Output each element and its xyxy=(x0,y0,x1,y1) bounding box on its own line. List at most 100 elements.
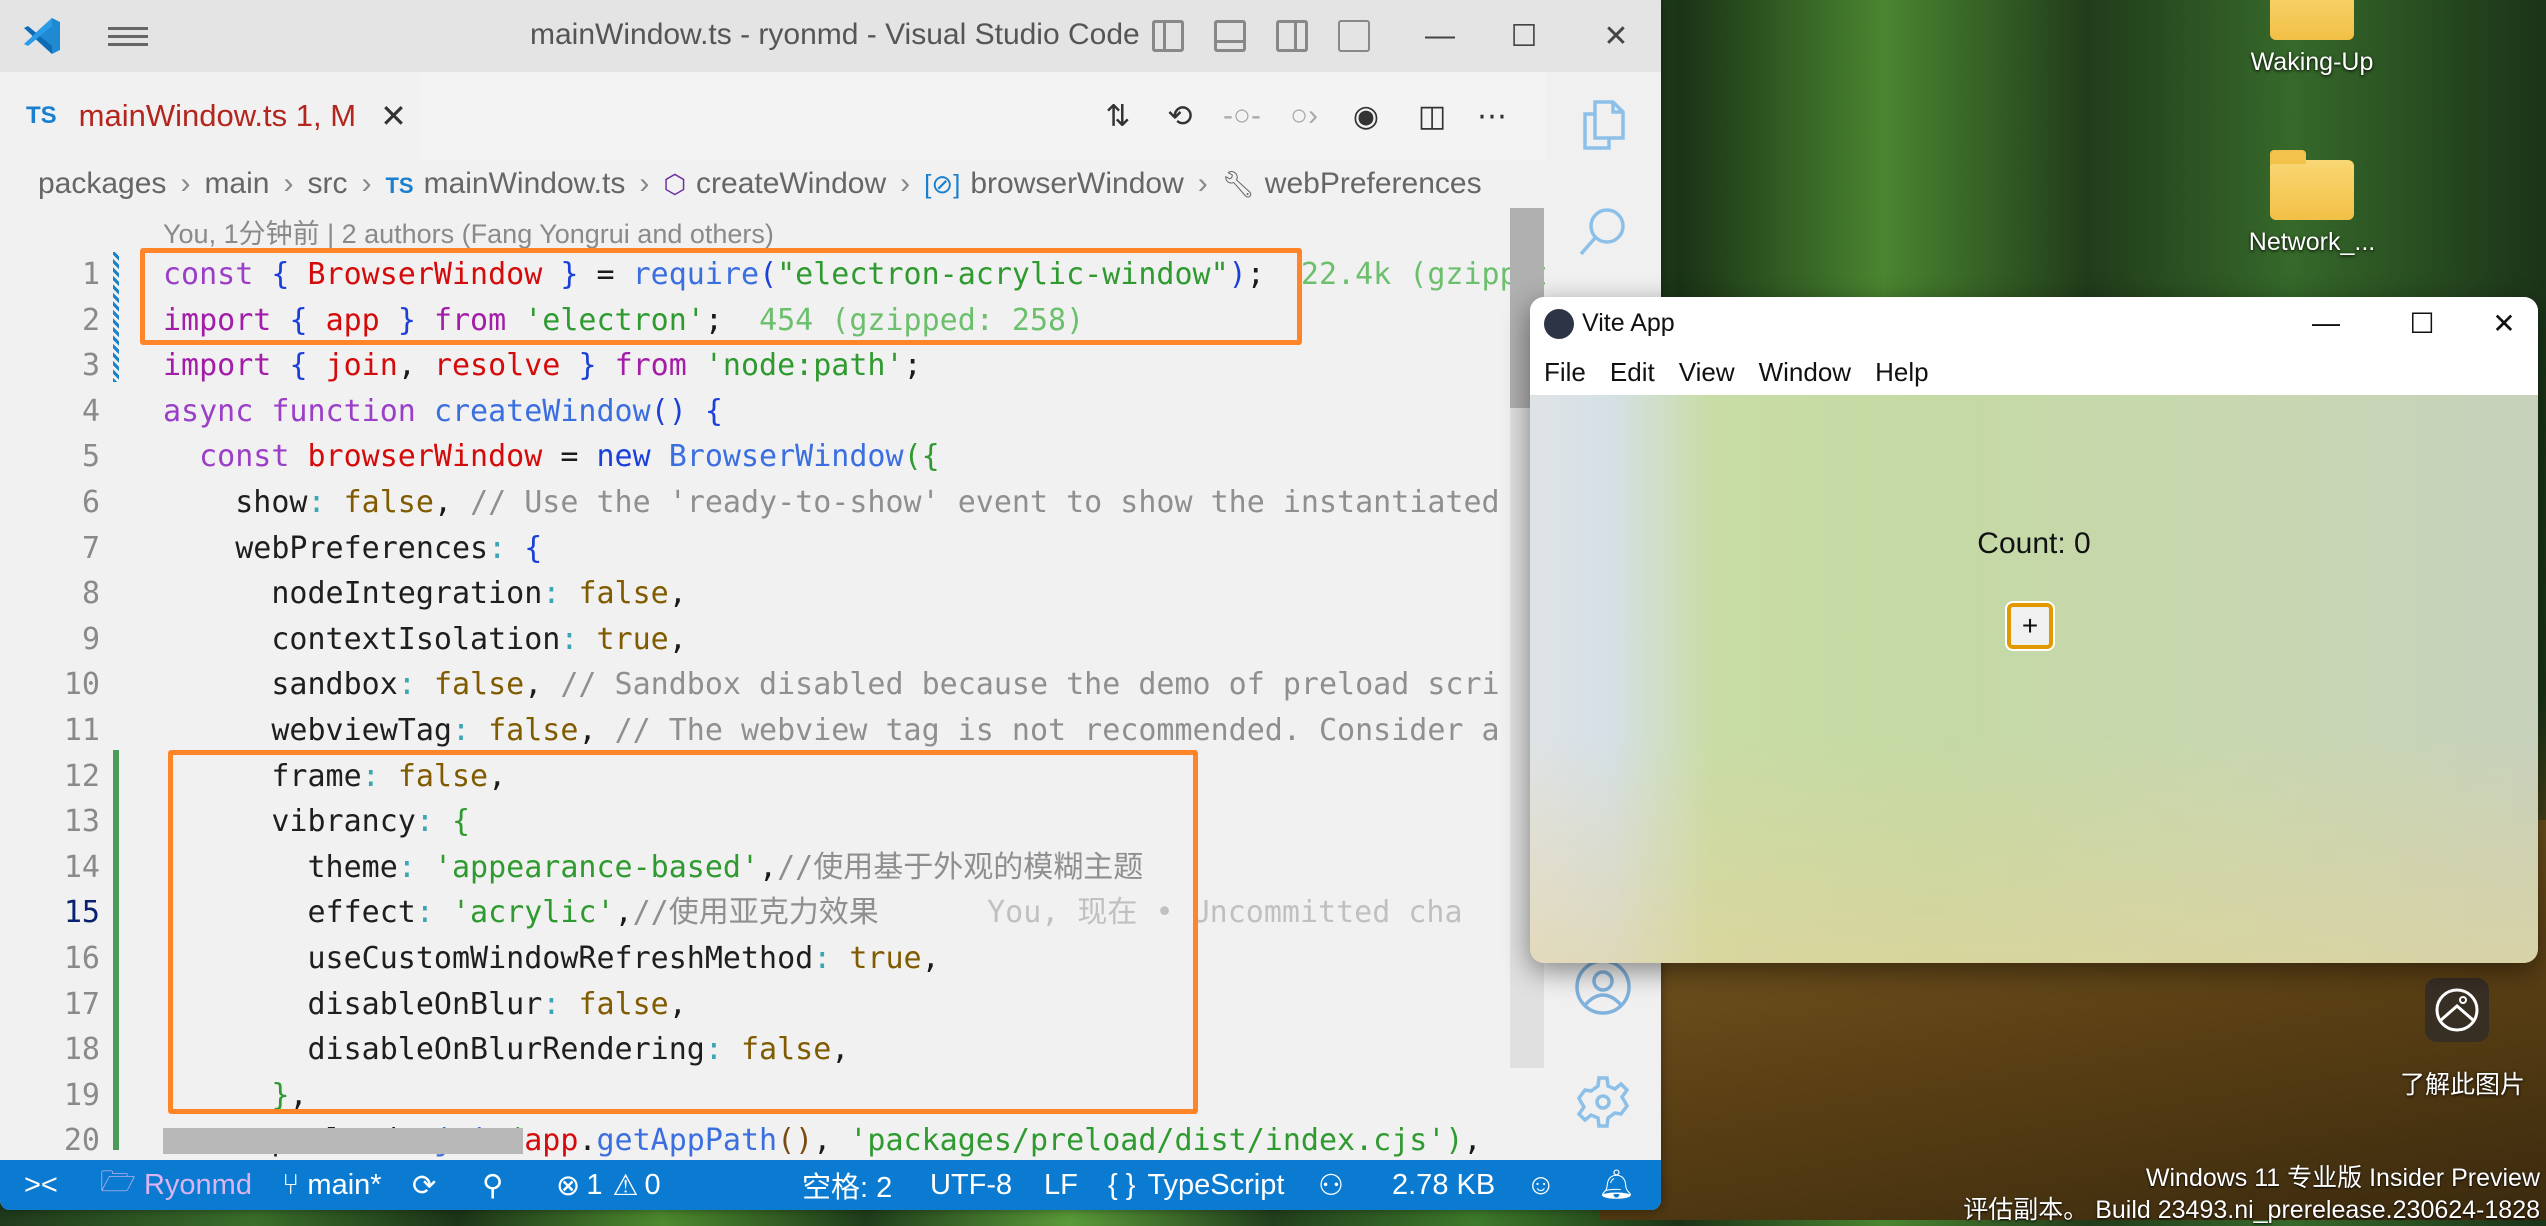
breadcrumb-file[interactable]: TS mainWindow.ts xyxy=(385,167,625,201)
menu-help[interactable]: Help xyxy=(1875,357,1928,388)
split-editor-icon[interactable]: ◫ xyxy=(1410,94,1454,138)
breadcrumb-main[interactable]: main xyxy=(204,167,269,201)
breadcrumb-src[interactable]: src xyxy=(307,167,347,201)
horizontal-scrollbar-thumb[interactable] xyxy=(163,1128,523,1154)
learn-about-picture-label: 了解此图片 xyxy=(2400,1071,2526,1099)
highlight-box-vibrancy xyxy=(168,750,1198,1114)
explorer-icon[interactable] xyxy=(1573,94,1633,154)
application-menu-button[interactable] xyxy=(108,22,148,50)
status-language[interactable]: { } TypeScript xyxy=(1108,1160,1284,1210)
menu-edit[interactable]: Edit xyxy=(1610,357,1655,388)
sync-icon[interactable]: ⟳ xyxy=(412,1160,436,1210)
vite-minimize-button[interactable]: — xyxy=(2296,303,2356,343)
notifications-bell-icon[interactable]: 🔔︎ xyxy=(1598,1160,1635,1210)
status-indentation[interactable]: 空格: 2 xyxy=(802,1160,892,1210)
customize-layout-icon[interactable] xyxy=(1338,20,1370,52)
code-line: 10 sandbox: false, // Sandbox disabled b… xyxy=(63,667,1500,703)
toggle-primary-sidebar-icon[interactable] xyxy=(1152,20,1184,52)
code-line: 8 nodeIntegration: false, xyxy=(81,576,687,612)
warning-icon: ⚠ xyxy=(612,1169,639,1202)
wrench-icon: 🔧︎ xyxy=(1221,169,1255,199)
status-eol[interactable]: LF xyxy=(1044,1160,1078,1210)
count-label: Count: 0 xyxy=(1977,527,2091,560)
open-changes-icon[interactable]: ⇅ xyxy=(1096,94,1140,138)
vite-window-title: Vite App xyxy=(1582,309,1675,337)
tab-bar: TS mainWindow.ts 1, M ✕ ⇅ ⟲ -○- ○› ◉ ◫ ⋯ xyxy=(0,72,1661,160)
git-branch-icon: ⑂ xyxy=(282,1168,300,1201)
vite-close-button[interactable]: ✕ xyxy=(2474,303,2534,343)
code-line: 3 import { join, resolve } from 'node:pat… xyxy=(81,348,922,384)
search-icon[interactable] xyxy=(1573,202,1633,262)
highlight-box-imports xyxy=(140,248,1302,345)
maximize-button[interactable]: ☐ xyxy=(1494,14,1554,58)
copilot-icon[interactable]: ⚇ xyxy=(1318,1160,1344,1210)
status-encoding[interactable]: UTF-8 xyxy=(930,1160,1012,1210)
timeline-dot-icon[interactable]: -○- xyxy=(1220,94,1264,138)
vscode-window: mainWindow.ts - ryonmd - Visual Studio C… xyxy=(0,0,1661,1210)
tab-mainwindow-ts[interactable]: TS mainWindow.ts 1, M ✕ xyxy=(0,72,420,160)
code-line: 5 const browserWindow = new BrowserWindo… xyxy=(81,439,940,475)
code-line: 9 contextIsolation: true, xyxy=(81,621,687,657)
code-editor[interactable]: 1 const { BrowserWindow } = require("elec… xyxy=(0,248,1554,1158)
status-bar: >< 🗁︎ Ryonmd ⑂ main* ⟳ ⚲ ⊗ 1 ⚠ 0 空格: 2 UTF-8 … xyxy=(0,1160,1661,1210)
feedback-icon[interactable]: ☺ xyxy=(1526,1160,1556,1210)
settings-gear-icon[interactable] xyxy=(1573,1072,1633,1132)
go-forward-icon[interactable]: ○› xyxy=(1282,94,1326,138)
toggle-panel-icon[interactable] xyxy=(1214,20,1246,52)
accounts-icon[interactable] xyxy=(1573,957,1633,1017)
error-icon: ⊗ xyxy=(556,1169,581,1202)
breadcrumb-packages[interactable]: packages xyxy=(38,167,166,201)
typescript-file-icon: TS xyxy=(385,173,414,198)
menu-window[interactable]: Window xyxy=(1759,357,1851,388)
folder-icon xyxy=(2270,150,2354,220)
folder-icon xyxy=(2270,0,2354,40)
increment-button[interactable]: + xyxy=(2007,603,2053,649)
git-graph-icon[interactable]: ◉ xyxy=(1344,94,1388,138)
git-compare-icon[interactable]: ⚲ xyxy=(482,1160,503,1210)
electron-logo-icon xyxy=(1544,309,1574,339)
code-line: 4 async function createWindow() { xyxy=(81,393,723,429)
windows-watermark-line1: Windows 11 专业版 Insider Preview xyxy=(2145,1164,2540,1192)
codelens-authors[interactable]: You, 1分钟前 | 2 authors (Fang Yongrui and … xyxy=(163,212,774,251)
typescript-file-icon: TS xyxy=(26,102,57,129)
vite-content: Count: 0 + xyxy=(1530,395,2538,963)
minimize-button[interactable]: — xyxy=(1410,14,1470,58)
breadcrumb: packages › main › src › TS mainWindow.ts › ⬡ c… xyxy=(38,167,1482,201)
learn-about-picture-button[interactable] xyxy=(2425,978,2489,1042)
go-back-icon[interactable]: ⟲ xyxy=(1158,94,1202,138)
status-file-size[interactable]: 2.78 KB xyxy=(1392,1160,1495,1210)
status-folder[interactable]: 🗁︎ Ryonmd xyxy=(100,1160,252,1210)
tab-close-icon[interactable]: ✕ xyxy=(380,97,407,135)
status-branch[interactable]: ⑂ main* xyxy=(282,1160,382,1210)
more-actions-icon[interactable]: ⋯ xyxy=(1470,94,1514,138)
windows-watermark-line2: 评估副本。 Build 23493.ni_prerelease.230624-1… xyxy=(1963,1196,2540,1224)
code-line: 7 webPreferences: { xyxy=(81,530,543,566)
desktop-icon-network[interactable]: Network_... xyxy=(2232,150,2392,257)
desktop-icon-label: Waking-Up xyxy=(2250,48,2374,76)
breadcrumb-webpreferences[interactable]: 🔧︎ webPreferences xyxy=(1222,167,1482,201)
code-line: 11 webviewTag: false, // The webview tag… xyxy=(63,713,1500,748)
desktop-icon-label: Network_... xyxy=(2248,228,2376,256)
desktop-icon-waking-up[interactable]: Waking-Up xyxy=(2232,0,2392,77)
vite-title-bar: Vite App — ☐ ✕ xyxy=(1530,297,2538,349)
folder-icon: 🗁︎ xyxy=(100,1165,136,1198)
breadcrumb-browserwindow[interactable]: [⊘] browserWindow xyxy=(924,167,1184,201)
braces-icon: { } xyxy=(1108,1168,1136,1201)
window-title: mainWindow.ts - ryonmd - Visual Studio C… xyxy=(530,18,1140,51)
status-problems[interactable]: ⊗ 1 ⚠ 0 xyxy=(556,1160,661,1210)
acrylic-backdrop xyxy=(1530,735,2538,963)
close-button[interactable]: ✕ xyxy=(1586,14,1646,58)
vite-maximize-button[interactable]: ☐ xyxy=(2392,303,2452,343)
picture-icon xyxy=(2435,988,2479,1032)
vscode-logo-icon xyxy=(24,18,60,54)
cube-icon: ⬡ xyxy=(663,169,687,199)
remote-indicator[interactable]: >< xyxy=(24,1160,58,1210)
toggle-secondary-sidebar-icon[interactable] xyxy=(1276,20,1308,52)
menu-view[interactable]: View xyxy=(1679,357,1735,388)
menu-file[interactable]: File xyxy=(1544,357,1586,388)
variable-icon: [⊘] xyxy=(924,169,961,199)
vite-app-window: Vite App — ☐ ✕ File Edit View Window Hel… xyxy=(1530,297,2538,963)
breadcrumb-createwindow[interactable]: ⬡ createWindow xyxy=(663,167,886,201)
code-line: 6 show: false, // Use the 'ready-to-show… xyxy=(81,485,1500,520)
tab-label: mainWindow.ts 1, M xyxy=(78,98,357,133)
